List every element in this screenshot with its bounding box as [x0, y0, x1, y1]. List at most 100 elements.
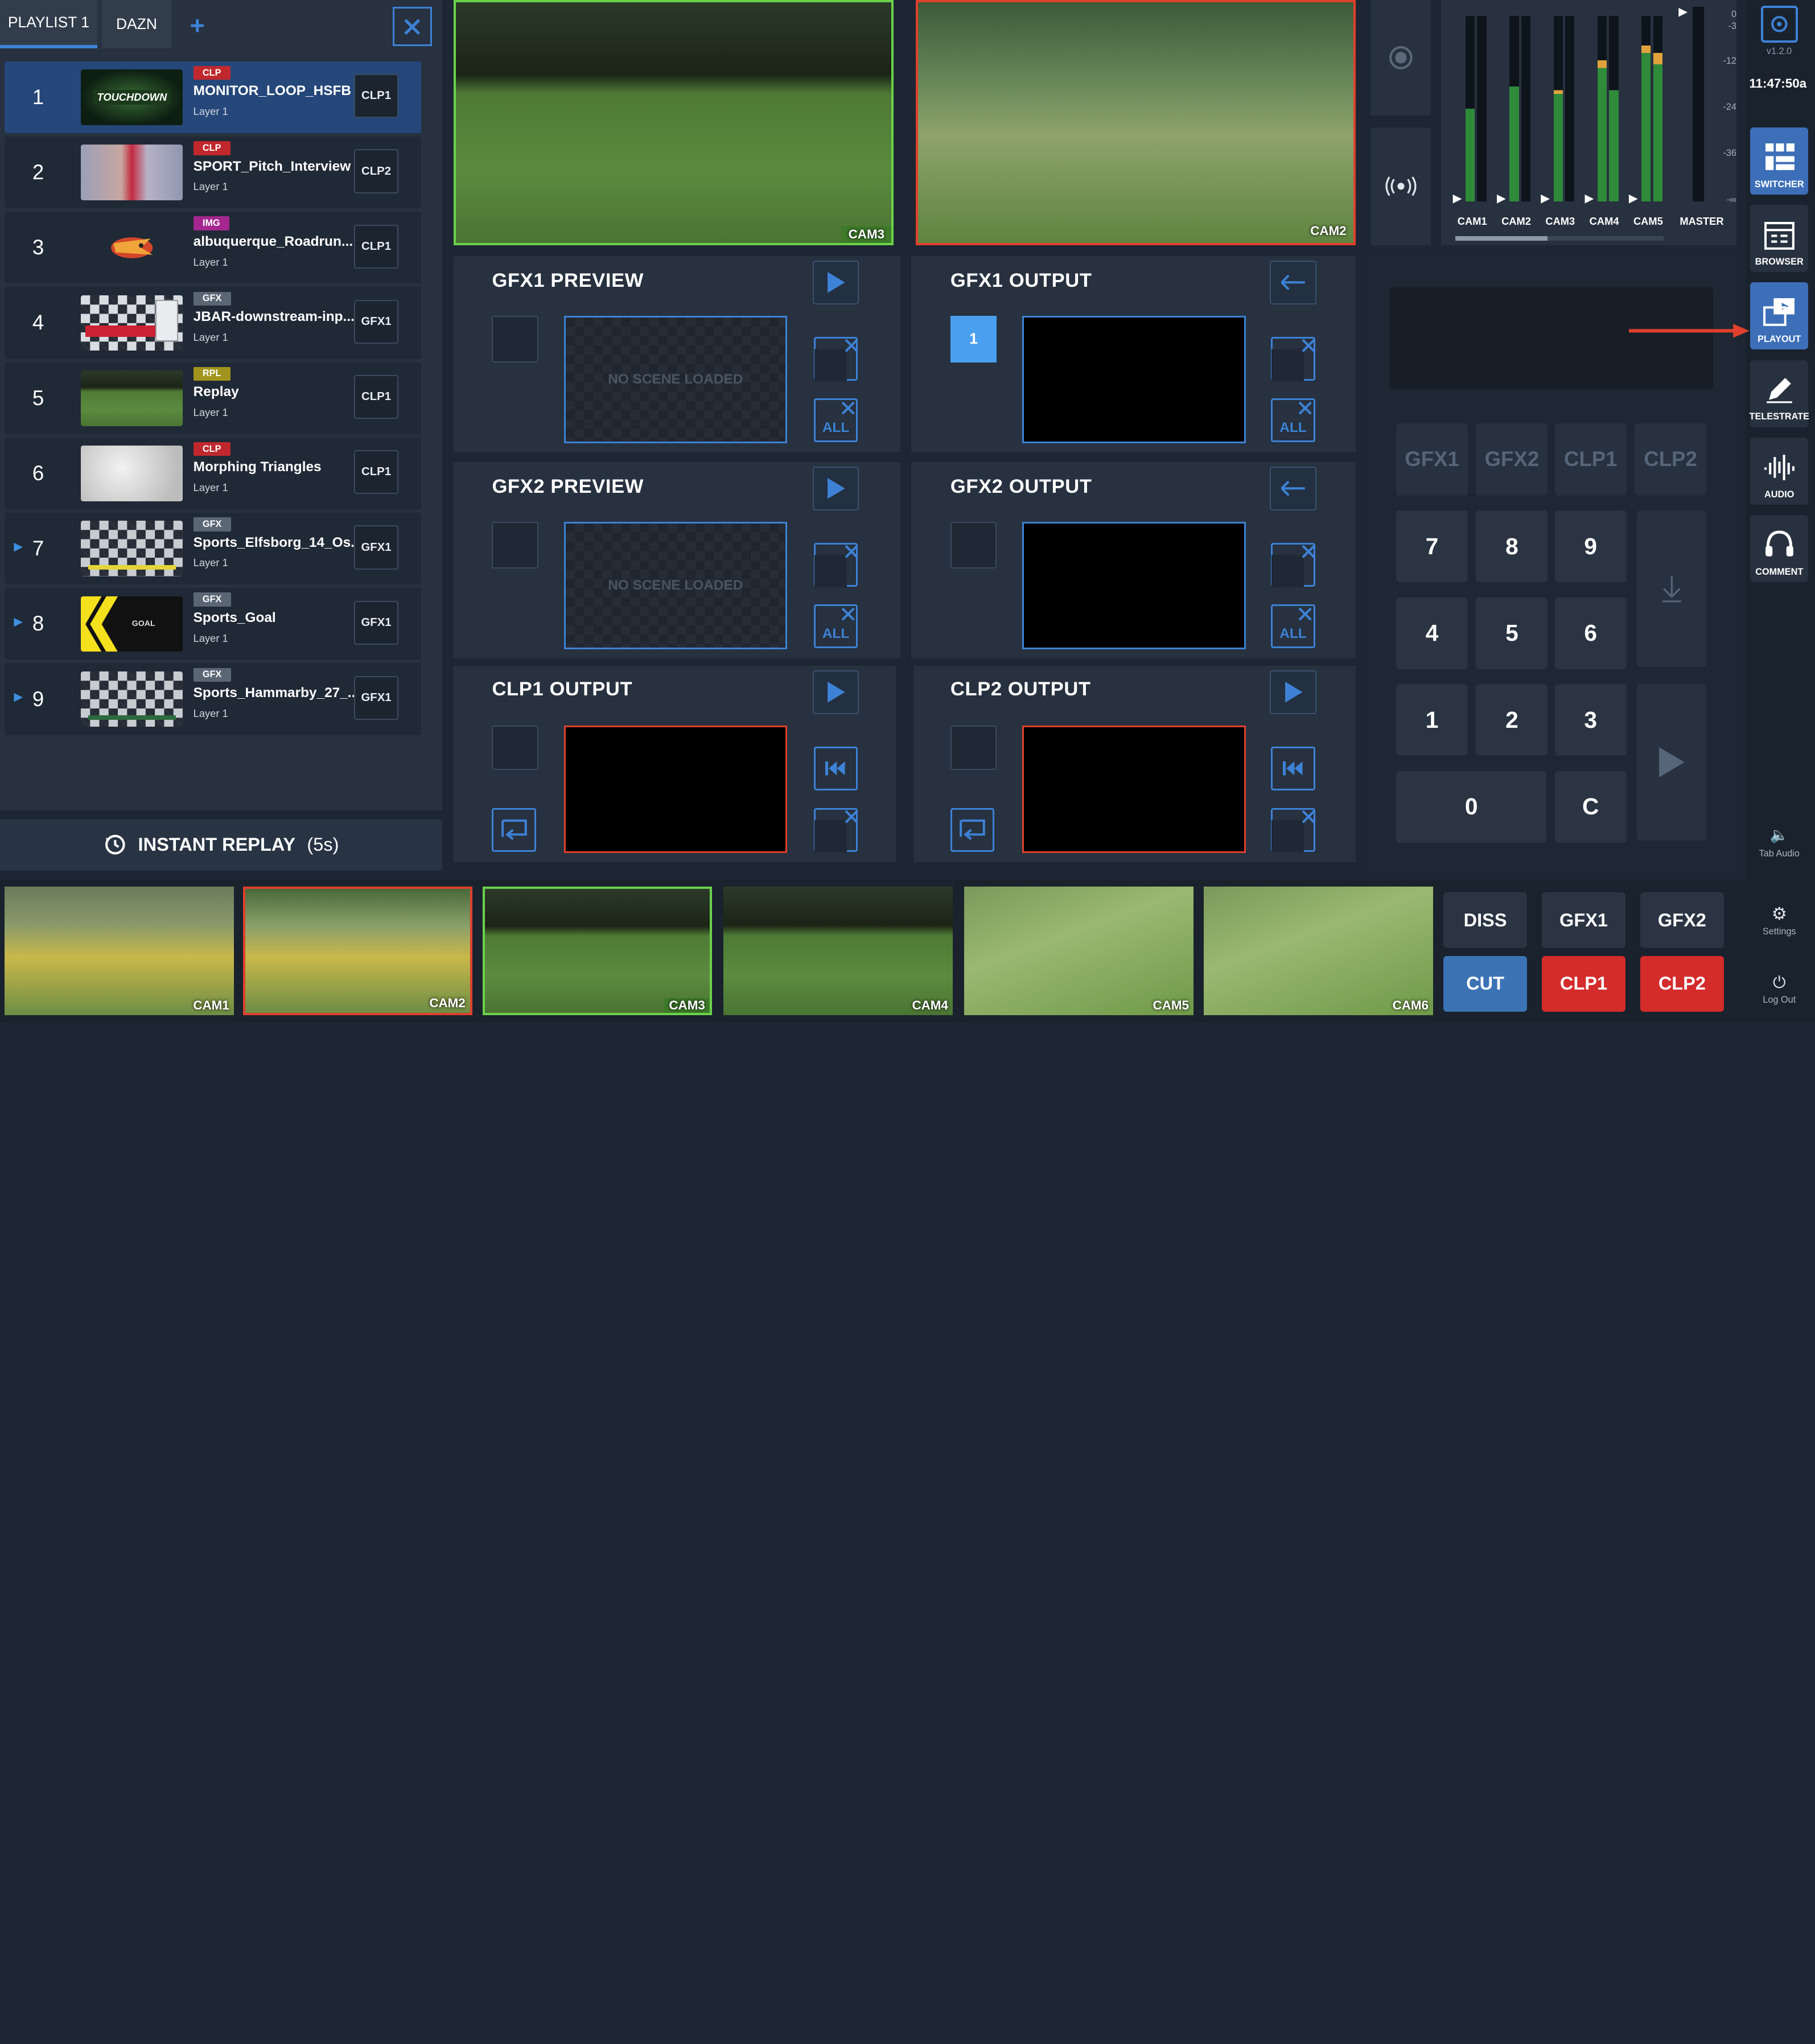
fader-handle-icon[interactable]: ▶: [1541, 191, 1550, 205]
camera-thumb-cam4[interactable]: CAM4: [723, 887, 953, 1015]
tab-dazn[interactable]: DAZN: [101, 0, 172, 49]
keypad-load-button[interactable]: [1637, 510, 1707, 667]
target-button[interactable]: CLP1: [354, 74, 398, 118]
clp1-layer-slot[interactable]: [492, 726, 538, 770]
preview-monitor[interactable]: CAM3: [454, 0, 894, 246]
gfx1-take-back-button[interactable]: [1270, 260, 1316, 304]
list-item[interactable]: 3 IMG albuquerque_Roadrun... Layer 1 CLP…: [5, 212, 422, 284]
list-item[interactable]: 6 CLP Morphing Triangles Layer 1 CLP1: [5, 437, 422, 509]
source-gfx1-button[interactable]: GFX1: [1396, 423, 1468, 496]
clp2-loop-button[interactable]: [950, 807, 995, 852]
tab-playlist-1[interactable]: PLAYLIST 1: [0, 0, 97, 49]
camera-thumb-cam1[interactable]: CAM1: [5, 887, 234, 1015]
sidebar-item-telestrate[interactable]: TELESTRATE: [1750, 360, 1809, 427]
fader-handle-icon[interactable]: ▶: [1629, 191, 1638, 205]
clp2-transition-button[interactable]: CLP2: [1640, 956, 1724, 1012]
gfx1-preview-clear-all-button[interactable]: ALL: [813, 398, 858, 442]
key-9[interactable]: 9: [1554, 510, 1627, 583]
clp2-screen[interactable]: [1022, 726, 1246, 854]
fader-handle-icon[interactable]: ▶: [1497, 191, 1506, 205]
fader-handle-icon[interactable]: ▶: [1585, 191, 1594, 205]
target-button[interactable]: GFX1: [354, 299, 398, 344]
camera-thumb-cam6[interactable]: CAM6: [1204, 887, 1434, 1015]
target-button[interactable]: CLP2: [354, 149, 398, 193]
gfx1-output-screen[interactable]: [1022, 316, 1246, 444]
settings-button[interactable]: ⚙ Settings: [1750, 904, 1808, 937]
gfx2-preview-play-button[interactable]: [812, 466, 859, 510]
sidebar-item-browser[interactable]: BROWSER: [1750, 205, 1809, 272]
key-3[interactable]: 3: [1554, 684, 1627, 756]
clp1-restart-button[interactable]: [813, 746, 858, 791]
target-button[interactable]: GFX1: [354, 600, 398, 645]
clp2-layer-slot[interactable]: [950, 726, 997, 770]
gfx1-output-clear-all-button[interactable]: ALL: [1271, 398, 1315, 442]
clp2-play-button[interactable]: [1270, 670, 1316, 714]
gfx2-preview-screen[interactable]: NO SCENE LOADED: [563, 522, 788, 650]
gfx1-preview-layer-slot[interactable]: [492, 316, 538, 362]
gfx2-output-clear-button[interactable]: [1271, 542, 1315, 588]
logout-button[interactable]: ⏻ Log Out: [1750, 974, 1808, 1005]
sidebar-item-switcher[interactable]: SWITCHER: [1750, 127, 1809, 195]
clp1-screen[interactable]: [563, 726, 788, 854]
gfx2-output-clear-all-button[interactable]: ALL: [1271, 604, 1315, 649]
key-4[interactable]: 4: [1396, 597, 1468, 669]
mixer-scrollbar[interactable]: [1455, 236, 1664, 241]
source-clp1-button[interactable]: CLP1: [1554, 423, 1627, 496]
gfx2-transition-button[interactable]: GFX2: [1640, 892, 1724, 948]
keypad-play-button[interactable]: [1637, 684, 1707, 840]
gfx2-output-layer-slot[interactable]: [950, 522, 997, 568]
target-button[interactable]: GFX1: [354, 675, 398, 720]
sidebar-item-audio[interactable]: AUDIO: [1750, 437, 1809, 505]
key-2[interactable]: 2: [1476, 684, 1548, 756]
sidebar-item-playout[interactable]: PLAYOUT: [1750, 282, 1809, 350]
list-item[interactable]: 4 GFX JBAR-downstream-inp... Layer 1 GFX…: [5, 287, 422, 359]
gfx2-preview-clear-all-button[interactable]: ALL: [813, 604, 858, 649]
gfx1-preview-screen[interactable]: NO SCENE LOADED: [563, 316, 788, 444]
gfx1-preview-play-button[interactable]: [812, 260, 859, 304]
cut-button[interactable]: CUT: [1443, 956, 1527, 1012]
list-item[interactable]: 5 RPL Replay Layer 1 CLP1: [5, 362, 422, 434]
clp1-loop-button[interactable]: [492, 807, 536, 852]
tab-audio-button[interactable]: 🔈 Tab Audio: [1750, 826, 1808, 859]
list-item[interactable]: 2 CLP SPORT_Pitch_Interview Layer 1 CLP2: [5, 137, 422, 209]
source-clp2-button[interactable]: CLP2: [1635, 423, 1707, 496]
target-button[interactable]: CLP1: [354, 224, 398, 269]
camera-thumb-cam5[interactable]: CAM5: [964, 887, 1194, 1015]
gfx1-transition-button[interactable]: GFX1: [1542, 892, 1625, 948]
clp1-transition-button[interactable]: CLP1: [1542, 956, 1625, 1012]
gfx1-output-layer-1[interactable]: 1: [950, 316, 997, 362]
list-item[interactable]: ▶ 8 GOAL GFX Sports_Goal Layer 1 GFX1: [5, 588, 422, 660]
camera-thumb-cam2[interactable]: CAM2: [243, 887, 472, 1015]
target-button[interactable]: GFX1: [354, 525, 398, 570]
key-6[interactable]: 6: [1554, 597, 1627, 669]
record-button[interactable]: [1370, 0, 1431, 116]
gfx2-preview-clear-button[interactable]: [813, 542, 858, 588]
program-monitor[interactable]: CAM2: [915, 0, 1356, 246]
key-8[interactable]: 8: [1476, 510, 1548, 583]
add-playlist-icon[interactable]: +: [190, 11, 205, 40]
diss-button[interactable]: DISS: [1443, 892, 1527, 948]
list-item[interactable]: ▶ 7 GFX Sports_Elfsborg_14_Os... Layer 1…: [5, 513, 422, 585]
broadcast-button[interactable]: [1370, 127, 1431, 246]
gfx1-preview-clear-button[interactable]: [813, 336, 858, 382]
gfx1-output-clear-button[interactable]: [1271, 336, 1315, 382]
camera-thumb-cam3[interactable]: CAM3: [483, 887, 712, 1015]
list-item[interactable]: 1 TOUCHDOWN CLP MONITOR_LOOP_HSFB Layer …: [5, 61, 422, 133]
key-7[interactable]: 7: [1396, 510, 1468, 583]
close-playlist-button[interactable]: [392, 7, 432, 47]
target-button[interactable]: CLP1: [354, 375, 398, 419]
key-clear[interactable]: C: [1554, 770, 1627, 843]
key-5[interactable]: 5: [1476, 597, 1548, 669]
master-fader-handle-icon[interactable]: ▶: [1678, 5, 1688, 19]
list-item[interactable]: ▶ 9 GFX Sports_Hammarby_27_... Layer 1 G…: [5, 663, 422, 735]
target-button[interactable]: CLP1: [354, 450, 398, 494]
sidebar-item-comment[interactable]: COMMENT: [1750, 515, 1809, 583]
key-0[interactable]: 0: [1396, 770, 1547, 843]
fader-handle-icon[interactable]: ▶: [1453, 191, 1462, 205]
key-1[interactable]: 1: [1396, 684, 1468, 756]
gfx2-output-screen[interactable]: [1022, 522, 1246, 650]
instant-replay-button[interactable]: INSTANT REPLAY (5s): [0, 819, 442, 871]
source-gfx2-button[interactable]: GFX2: [1476, 423, 1548, 496]
gfx2-preview-layer-slot[interactable]: [492, 522, 538, 568]
gfx2-take-back-button[interactable]: [1270, 466, 1316, 510]
